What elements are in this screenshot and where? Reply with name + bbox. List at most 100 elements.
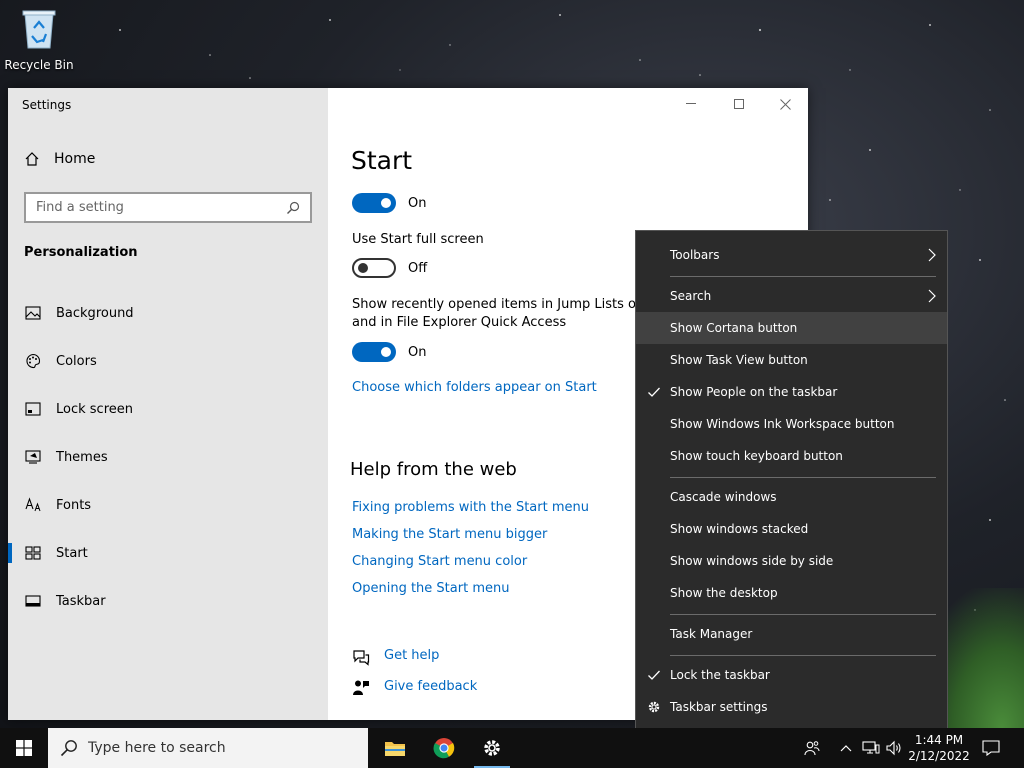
- help-link-bigger[interactable]: Making the Start menu bigger: [352, 527, 547, 542]
- clock-time: 1:44 PM: [914, 733, 964, 747]
- volume-button[interactable]: [884, 728, 904, 768]
- help-link-fixing-problems[interactable]: Fixing problems with the Start menu: [352, 500, 589, 515]
- taskbar-clock[interactable]: 1:44 PM 2/12/2022: [906, 732, 972, 764]
- action-center-button[interactable]: [978, 728, 1004, 768]
- sidebar-item-background[interactable]: Background: [8, 289, 328, 337]
- menu-item-lock-taskbar[interactable]: Lock the taskbar: [636, 659, 947, 691]
- find-setting-box[interactable]: [24, 192, 312, 223]
- full-screen-toggle[interactable]: [352, 258, 396, 278]
- chrome-button[interactable]: [424, 728, 464, 768]
- search-icon: [60, 740, 77, 757]
- section-title: Personalization: [24, 245, 138, 260]
- menu-separator: [670, 614, 936, 615]
- menu-item-label: Taskbar settings: [670, 700, 768, 714]
- sidebar-item-label: Fonts: [56, 497, 92, 513]
- show-hidden-icons-button[interactable]: [838, 728, 854, 768]
- menu-item-show-ink-workspace[interactable]: Show Windows Ink Workspace button: [636, 408, 947, 440]
- start-button[interactable]: [0, 728, 48, 768]
- menu-item-side-by-side[interactable]: Show windows side by side: [636, 545, 947, 577]
- sidebar-item-themes[interactable]: Themes: [8, 433, 328, 481]
- sidebar-item-taskbar[interactable]: Taskbar: [8, 577, 328, 625]
- menu-separator: [670, 276, 936, 277]
- menu-item-label: Show People on the taskbar: [670, 385, 838, 399]
- recycle-bin-shortcut[interactable]: Recycle Bin: [4, 6, 74, 72]
- sidebar-item-colors[interactable]: Colors: [8, 337, 328, 385]
- menu-item-label: Lock the taskbar: [670, 668, 770, 682]
- taskbar-search-input[interactable]: [88, 740, 348, 756]
- settings-taskbar-button[interactable]: [472, 728, 512, 768]
- menu-item-show-touch-keyboard[interactable]: Show touch keyboard button: [636, 440, 947, 472]
- checkmark-icon: [648, 387, 660, 397]
- people-icon: [804, 741, 820, 756]
- menu-item-toolbars[interactable]: Toolbars: [636, 239, 947, 271]
- close-icon: [779, 98, 791, 110]
- menu-item-label: Cascade windows: [670, 490, 777, 504]
- taskbar-search-box[interactable]: [48, 728, 368, 768]
- get-help-link[interactable]: Get help: [384, 648, 439, 663]
- menu-item-label: Show touch keyboard button: [670, 449, 843, 463]
- fonts-icon: [24, 496, 42, 514]
- taskbar-context-menu: Toolbars Search Show Cortana button Show…: [635, 230, 948, 732]
- help-link-color[interactable]: Changing Start menu color: [352, 554, 527, 569]
- sidebar-item-start[interactable]: Start: [8, 529, 328, 577]
- menu-separator: [670, 477, 936, 478]
- give-feedback-link[interactable]: Give feedback: [384, 679, 477, 694]
- menu-item-show-desktop[interactable]: Show the desktop: [636, 577, 947, 609]
- maximize-icon: [734, 99, 744, 109]
- menu-item-show-cortana[interactable]: Show Cortana button: [636, 312, 947, 344]
- sidebar-item-label: Taskbar: [56, 593, 106, 609]
- personalization-nav: Background Colors Lock screen Themes Fon…: [8, 289, 328, 625]
- sidebar-item-label: Background: [56, 305, 134, 321]
- jump-lists-label-line1: Show recently opened items in Jump Lists…: [352, 297, 642, 312]
- help-link-opening[interactable]: Opening the Start menu: [352, 581, 509, 596]
- home-nav-button[interactable]: Home: [24, 151, 95, 167]
- sidebar-item-label: Colors: [56, 353, 97, 369]
- maximize-button[interactable]: [729, 96, 749, 112]
- themes-icon: [24, 448, 42, 466]
- page-title: Start: [351, 146, 413, 175]
- speaker-icon: [886, 740, 901, 756]
- jump-lists-toggle-row: On: [352, 342, 426, 362]
- chevron-right-icon: [928, 289, 936, 303]
- gear-icon: [484, 740, 500, 756]
- menu-item-taskbar-settings[interactable]: Taskbar settings: [636, 691, 947, 723]
- menu-separator: [670, 655, 936, 656]
- menu-item-cascade-windows[interactable]: Cascade windows: [636, 481, 947, 513]
- taskbar: 1:44 PM 2/12/2022: [0, 728, 1024, 768]
- feedback-icon: [353, 680, 369, 695]
- settings-sidebar: Settings Home Personalization Background: [8, 88, 328, 720]
- sidebar-item-label: Lock screen: [56, 401, 133, 417]
- menu-item-show-task-view[interactable]: Show Task View button: [636, 344, 947, 376]
- network-button[interactable]: [860, 728, 882, 768]
- start-icon: [24, 544, 42, 562]
- home-icon: [25, 152, 39, 166]
- full-screen-toggle-row: Off: [352, 258, 427, 278]
- checkmark-icon: [648, 670, 660, 680]
- menu-item-label: Task Manager: [670, 627, 753, 641]
- home-label: Home: [54, 151, 96, 167]
- menu-item-windows-stacked[interactable]: Show windows stacked: [636, 513, 947, 545]
- toggle-state-label: On: [408, 344, 427, 360]
- minimize-button[interactable]: [681, 96, 701, 112]
- menu-item-search[interactable]: Search: [636, 280, 947, 312]
- close-button[interactable]: [775, 96, 795, 112]
- recycle-bin-icon: [22, 10, 56, 49]
- toggle-state-label: Off: [408, 260, 428, 276]
- window-title: Settings: [22, 98, 72, 112]
- file-explorer-button[interactable]: [375, 728, 415, 768]
- menu-item-label: Toolbars: [670, 248, 720, 262]
- jump-lists-toggle[interactable]: [352, 342, 396, 362]
- find-setting-input[interactable]: [36, 200, 286, 215]
- menu-item-label: Show Windows Ink Workspace button: [670, 417, 895, 431]
- menu-item-show-people[interactable]: Show People on the taskbar: [636, 376, 947, 408]
- start-toggle-row: On: [352, 193, 426, 213]
- minimize-icon: [686, 103, 696, 104]
- sidebar-item-lock-screen[interactable]: Lock screen: [8, 385, 328, 433]
- start-option-toggle[interactable]: [352, 193, 396, 213]
- choose-folders-link[interactable]: Choose which folders appear on Start: [352, 380, 597, 395]
- sidebar-item-fonts[interactable]: Fonts: [8, 481, 328, 529]
- menu-item-label: Show windows side by side: [670, 554, 834, 568]
- recycle-bin-label: Recycle Bin: [4, 58, 74, 72]
- people-button[interactable]: [800, 728, 824, 768]
- menu-item-task-manager[interactable]: Task Manager: [636, 618, 947, 650]
